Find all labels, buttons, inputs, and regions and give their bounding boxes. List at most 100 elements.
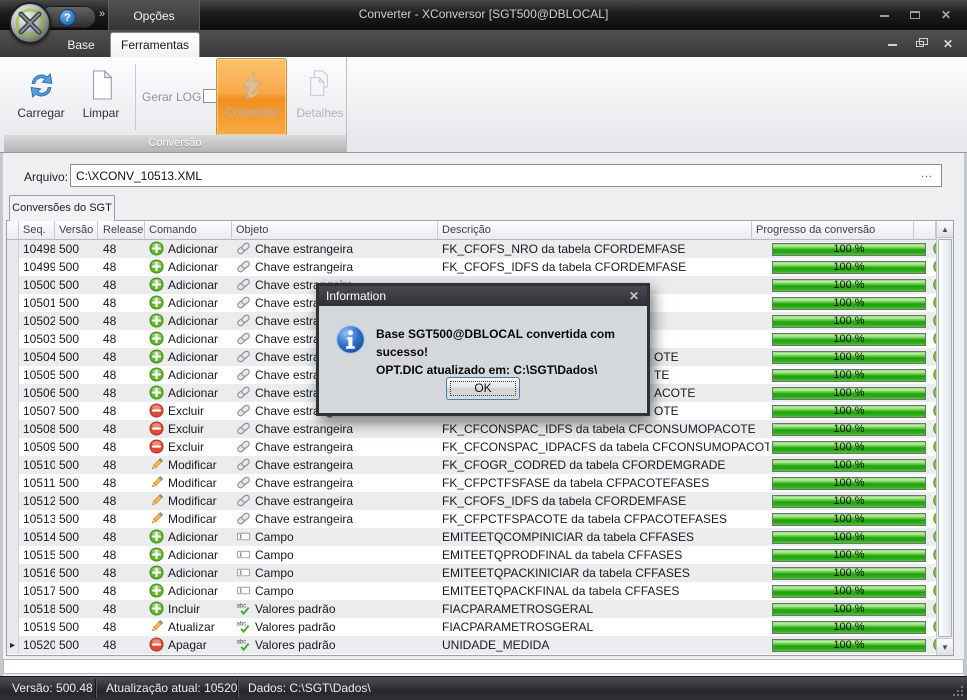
carregar-button[interactable]: Carregar bbox=[12, 60, 70, 135]
browse-ellipsis-button[interactable]: … bbox=[916, 166, 938, 185]
scroll-up-button[interactable]: ▲ bbox=[937, 221, 953, 238]
cell-versao: 500 bbox=[55, 636, 98, 654]
cell-release: 48 bbox=[98, 492, 145, 510]
status-dados: Dados: C:\SGT\Dados\ bbox=[248, 677, 371, 700]
ok-button[interactable]: OK bbox=[446, 377, 520, 400]
pencil-icon bbox=[149, 493, 164, 508]
cell-progresso: 100 % bbox=[769, 492, 931, 510]
add-icon bbox=[149, 277, 164, 292]
add-icon bbox=[149, 385, 164, 400]
cell-release: 48 bbox=[98, 258, 145, 276]
delete-icon bbox=[149, 439, 164, 454]
header-objeto[interactable]: Objeto bbox=[232, 221, 438, 240]
row-marker bbox=[7, 618, 19, 636]
vertical-scrollbar[interactable]: ▲ ▼ bbox=[936, 221, 953, 655]
add-icon bbox=[149, 529, 164, 544]
cell-seq: 10504 bbox=[19, 348, 55, 366]
converter-label: Converter bbox=[225, 105, 278, 119]
menu-opcoes[interactable]: Opções bbox=[108, 0, 200, 30]
cell-descricao: FK_CFCONSPAC_IDFS da tabela CFCONSUMOPAC… bbox=[438, 420, 769, 438]
table-row[interactable]: 10509 500 48 Excluir Chave estrangeira F… bbox=[7, 438, 953, 456]
cell-release: 48 bbox=[98, 294, 145, 312]
header-progresso[interactable]: Progresso da conversão bbox=[752, 221, 914, 240]
cell-progresso: 100 % bbox=[769, 582, 931, 600]
blank-page-icon bbox=[87, 68, 115, 102]
app-logo-icon bbox=[13, 6, 47, 40]
cell-objeto: Campo bbox=[232, 528, 438, 546]
table-row[interactable]: 10510 500 48 Modificar Chave estrangeira… bbox=[7, 456, 953, 474]
mdi-close-button[interactable]: ✕ bbox=[941, 37, 955, 51]
close-button[interactable]: ✕ bbox=[939, 8, 953, 22]
table-row[interactable]: 10519 500 48 Atualizar abc Valores padrã… bbox=[7, 618, 953, 636]
field-icon bbox=[236, 583, 251, 598]
grid-header: Seq. Versão Release Comando Objeto Descr… bbox=[7, 221, 936, 240]
header-versao[interactable]: Versão bbox=[55, 221, 98, 240]
header-descricao[interactable]: Descrição bbox=[438, 221, 752, 240]
arquivo-input[interactable] bbox=[70, 164, 942, 187]
minimize-button[interactable] bbox=[877, 8, 891, 22]
row-marker bbox=[7, 240, 19, 258]
header-seq[interactable]: Seq. bbox=[19, 221, 55, 240]
progress-bar: 100 % bbox=[772, 315, 926, 328]
toolbar-overflow-chevron[interactable]: » bbox=[99, 8, 105, 20]
table-row[interactable]: ▸ 10520 500 48 Apagar abc Valores padrão… bbox=[7, 636, 953, 654]
tab-conversoes-do-sgt[interactable]: Conversões do SGT bbox=[9, 195, 115, 221]
table-row[interactable]: 10499 500 48 Adicionar Chave estrangeira… bbox=[7, 258, 953, 276]
table-row[interactable]: 10511 500 48 Modificar Chave estrangeira… bbox=[7, 474, 953, 492]
row-marker bbox=[7, 348, 19, 366]
maximize-button[interactable] bbox=[908, 8, 922, 22]
cell-objeto: abc Valores padrão bbox=[232, 636, 438, 654]
cell-versao: 500 bbox=[55, 348, 98, 366]
cell-release: 48 bbox=[98, 402, 145, 420]
scroll-down-button[interactable]: ▼ bbox=[937, 638, 953, 655]
cell-progresso: 100 % bbox=[769, 258, 931, 276]
table-row[interactable]: 10515 500 48 Adicionar Campo EMITEETQPRO… bbox=[7, 546, 953, 564]
cell-seq: 10499 bbox=[19, 258, 55, 276]
table-row[interactable]: 10498 500 48 Adicionar Chave estrangeira… bbox=[7, 240, 953, 258]
cell-objeto: Chave estrangeira bbox=[232, 240, 438, 258]
cell-comando: Adicionar bbox=[145, 276, 232, 294]
limpar-button[interactable]: Limpar bbox=[72, 60, 130, 135]
table-row[interactable]: 10512 500 48 Modificar Chave estrangeira… bbox=[7, 492, 953, 510]
tab-base[interactable]: Base bbox=[50, 34, 112, 56]
default-values-icon: abc bbox=[236, 637, 251, 652]
foreign-key-icon bbox=[236, 349, 251, 364]
cell-release: 48 bbox=[98, 582, 145, 600]
mdi-minimize-button[interactable] bbox=[885, 37, 899, 51]
svg-text:abc: abc bbox=[236, 603, 246, 610]
converter-button[interactable]: Converter bbox=[216, 58, 287, 136]
cell-versao: 500 bbox=[55, 474, 98, 492]
add-icon bbox=[149, 259, 164, 274]
cell-progresso: 100 % bbox=[769, 402, 931, 420]
horizontal-scrollbar-track[interactable] bbox=[3, 659, 964, 674]
cell-comando: Atualizar bbox=[145, 618, 232, 636]
ribbon-group-conversao: Carregar Limpar Gerar LOG bbox=[4, 57, 347, 152]
table-row[interactable]: 10516 500 48 Adicionar Campo EMITEETQPAC… bbox=[7, 564, 953, 582]
default-values-icon: abc bbox=[236, 601, 251, 616]
detalhes-button[interactable]: Detalhes bbox=[291, 60, 349, 135]
foreign-key-icon bbox=[236, 331, 251, 346]
cell-comando: Adicionar bbox=[145, 312, 232, 330]
cell-release: 48 bbox=[98, 276, 145, 294]
cell-versao: 500 bbox=[55, 420, 98, 438]
help-button[interactable]: ? bbox=[59, 9, 76, 26]
table-row[interactable]: 10518 500 48 Incluir abc Valores padrão … bbox=[7, 600, 953, 618]
tab-ferramentas[interactable]: Ferramentas bbox=[110, 32, 200, 57]
mdi-restore-button[interactable] bbox=[913, 37, 927, 51]
table-row[interactable]: 10508 500 48 Excluir Chave estrangeira F… bbox=[7, 420, 953, 438]
table-row[interactable]: 10513 500 48 Modificar Chave estrangeira… bbox=[7, 510, 953, 528]
table-row[interactable]: 10514 500 48 Adicionar Campo EMITEETQCOM… bbox=[7, 528, 953, 546]
resize-grip-icon[interactable] bbox=[952, 685, 964, 697]
pencil-icon bbox=[149, 457, 164, 472]
window-controls: ✕ bbox=[877, 0, 953, 30]
table-row[interactable]: 10517 500 48 Adicionar Campo EMITEETQPAC… bbox=[7, 582, 953, 600]
dialog-close-button[interactable]: ✕ bbox=[629, 286, 639, 306]
gerar-log-checkbox[interactable] bbox=[203, 89, 217, 103]
app-menu-button[interactable] bbox=[9, 2, 51, 44]
header-comando[interactable]: Comando bbox=[145, 221, 232, 240]
header-release[interactable]: Release bbox=[98, 221, 145, 240]
scrollbar-thumb[interactable] bbox=[938, 239, 952, 637]
progress-bar: 100 % bbox=[772, 441, 926, 454]
cell-comando: Adicionar bbox=[145, 366, 232, 384]
cell-objeto: Chave estrangeira bbox=[232, 420, 438, 438]
